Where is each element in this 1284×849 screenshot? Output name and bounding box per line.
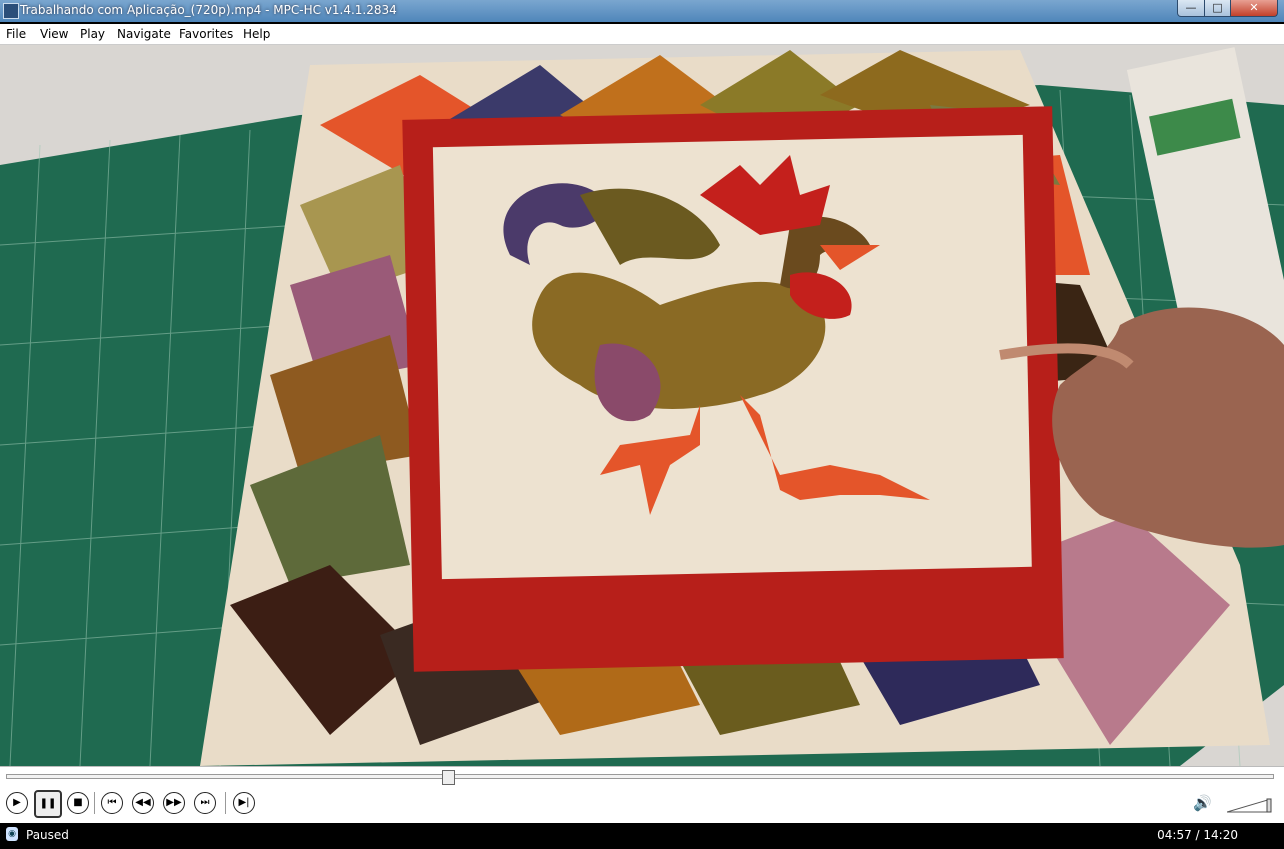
menu-view[interactable]: View <box>40 27 68 41</box>
separator <box>225 792 226 814</box>
maximize-button[interactable]: □ <box>1204 0 1231 17</box>
forward-button[interactable]: ▶▶ <box>163 792 185 814</box>
pause-button[interactable]: ❚❚ <box>34 790 62 818</box>
menu-bar: File View Play Navigate Favorites Help <box>0 24 1284 45</box>
previous-button[interactable]: ⏮ <box>101 792 123 814</box>
stop-button[interactable]: ■ <box>67 792 89 814</box>
next-button[interactable]: ⏭ <box>194 792 216 814</box>
playback-state: Paused <box>26 828 69 842</box>
volume-slider[interactable] <box>1227 797 1273 813</box>
play-icon: ▶ <box>13 797 21 808</box>
video-image <box>0 45 1284 766</box>
frame-step-button[interactable]: ▶| <box>233 792 255 814</box>
close-button[interactable]: ✕ <box>1230 0 1278 17</box>
rewind-button[interactable]: ◀◀ <box>132 792 154 814</box>
window-title: Trabalhando com Aplicação_(720p).mp4 - M… <box>20 3 397 17</box>
time-display: 04:57 / 14:20 <box>1157 828 1238 842</box>
stop-icon: ■ <box>73 797 83 808</box>
seek-bar[interactable] <box>0 766 1284 787</box>
title-bar: Trabalhando com Aplicação_(720p).mp4 - M… <box>0 0 1284 22</box>
menu-play[interactable]: Play <box>80 27 105 41</box>
app-icon <box>3 3 19 19</box>
menu-navigate[interactable]: Navigate <box>117 27 171 41</box>
separator <box>94 792 95 814</box>
rewind-icon: ◀◀ <box>135 797 151 808</box>
pause-icon: ❚❚ <box>39 798 57 809</box>
skip-back-icon: ⏮ <box>107 797 117 808</box>
skip-forward-icon: ⏭ <box>200 797 210 808</box>
transport-controls: ▶ ❚❚ ■ ⏮ ◀◀ ▶▶ ⏭ ▶| 🔊 <box>0 787 1284 823</box>
menu-help[interactable]: Help <box>243 27 270 41</box>
video-frame[interactable] <box>0 45 1284 766</box>
seek-track[interactable] <box>6 774 1274 779</box>
minimize-button[interactable]: — <box>1177 0 1205 17</box>
seek-thumb[interactable] <box>442 770 455 785</box>
status-icon: ◉ <box>6 827 18 841</box>
play-button[interactable]: ▶ <box>6 792 28 814</box>
frame-step-icon: ▶| <box>238 797 250 808</box>
menu-file[interactable]: File <box>6 27 26 41</box>
menu-favorites[interactable]: Favorites <box>179 27 233 41</box>
fast-forward-icon: ▶▶ <box>166 797 182 808</box>
speaker-icon[interactable]: 🔊 <box>1193 794 1212 812</box>
status-bar: ◉ Paused 04:57 / 14:20 <box>0 823 1284 849</box>
